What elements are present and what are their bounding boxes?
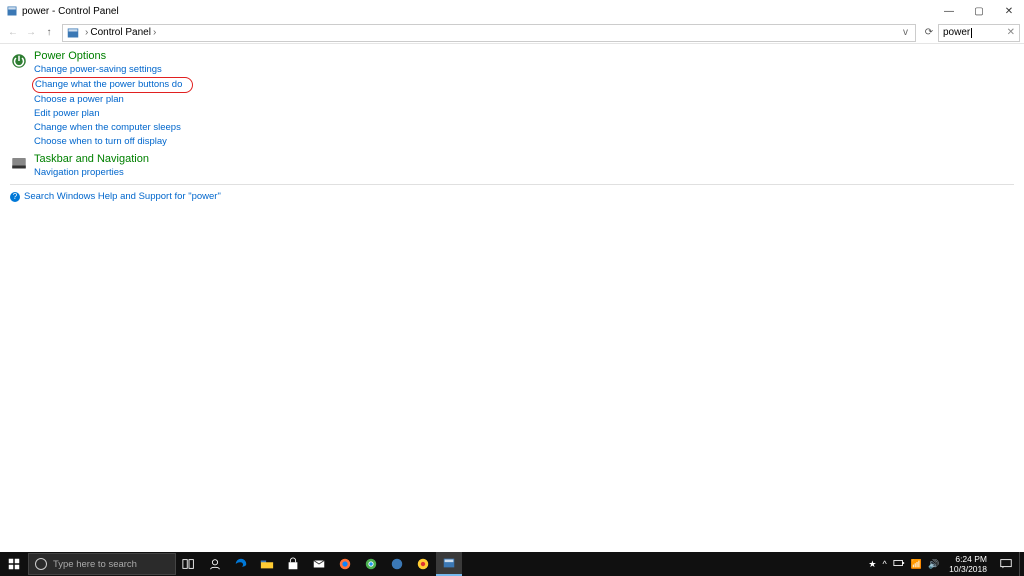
link-choose-power-plan[interactable]: Choose a power plan [34,93,1014,107]
forward-button[interactable]: → [22,24,40,42]
taskbar-app-control-panel[interactable] [436,552,462,576]
close-button[interactable]: ✕ [994,0,1024,22]
start-button[interactable] [0,552,28,576]
link-change-power-saving[interactable]: Change power-saving settings [34,63,1014,77]
breadcrumb-box[interactable]: › Control Panel › v [62,24,916,42]
help-search-link[interactable]: Search Windows Help and Support for "pow… [24,191,221,202]
taskbar-search[interactable]: Type here to search [28,553,176,575]
clear-search-icon[interactable]: ✕ [1007,27,1015,38]
results-pane: Power Options Change power-saving settin… [0,44,1024,208]
task-view-button[interactable] [176,552,202,576]
clock-time: 6:24 PM [949,554,987,564]
link-navigation-properties[interactable]: Navigation properties [34,166,1014,180]
cortana-icon [35,558,47,570]
taskbar-app-edge[interactable] [228,552,254,576]
link-change-sleep[interactable]: Change when the computer sleeps [34,121,1014,135]
divider [10,184,1014,185]
help-search-row: ? Search Windows Help and Support for "p… [10,191,1014,202]
tray-overflow-button[interactable]: ^ [883,559,887,569]
breadcrumb-sep: › [85,27,88,38]
breadcrumb-sep: › [153,27,156,38]
breadcrumb-dropdown[interactable]: v [900,27,911,38]
taskbar-app-chrome[interactable] [358,552,384,576]
back-button[interactable]: ← [4,24,22,42]
search-value: power [943,27,970,38]
power-options-icon [10,50,30,149]
link-change-power-buttons[interactable]: Change what the power buttons do [35,79,182,90]
taskbar-app-generic2[interactable] [410,552,436,576]
action-center-button[interactable] [993,552,1019,576]
refresh-button[interactable]: ⟳ [920,27,938,38]
taskbar-app-generic1[interactable] [384,552,410,576]
taskbar: Type here to search ★ ^ 📶 🔊 [0,552,1024,576]
title-bar: power - Control Panel — ▢ ✕ [0,0,1024,22]
result-group-power-options: Power Options Change power-saving settin… [10,50,1014,149]
taskbar-app-people[interactable] [202,552,228,576]
group-title-power-options[interactable]: Power Options [34,50,106,62]
show-desktop-button[interactable] [1019,552,1024,576]
volume-icon[interactable]: 🔊 [928,559,939,570]
network-icon[interactable]: 📶 [911,559,922,570]
maximize-button[interactable]: ▢ [964,0,994,22]
minimize-button[interactable]: — [934,0,964,22]
clock[interactable]: 6:24 PM 10/3/2018 [943,554,993,574]
taskbar-app-firefox[interactable] [332,552,358,576]
taskbar-app-mail[interactable] [306,552,332,576]
system-tray: ★ ^ 📶 🔊 [864,558,943,570]
highlight-annotation: Change what the power buttons do [32,77,193,93]
group-title-taskbar[interactable]: Taskbar and Navigation [34,153,149,165]
breadcrumb-item[interactable]: Control Panel [90,27,151,38]
help-icon: ? [10,192,20,202]
up-button[interactable]: ↑ [40,24,58,42]
address-bar: ← → ↑ › Control Panel › v ⟳ power ✕ [0,22,1024,44]
taskbar-navigation-icon [10,153,30,180]
window-title: power - Control Panel [22,6,119,17]
clock-date: 10/3/2018 [949,564,987,574]
search-input[interactable]: power ✕ [938,24,1020,42]
link-edit-power-plan[interactable]: Edit power plan [34,107,1014,121]
control-panel-icon [6,5,18,17]
control-panel-icon [67,27,79,39]
taskbar-search-placeholder: Type here to search [53,559,137,570]
battery-icon[interactable] [893,558,905,570]
taskbar-app-explorer[interactable] [254,552,280,576]
result-group-taskbar: Taskbar and Navigation Navigation proper… [10,153,1014,180]
tray-app-icon[interactable]: ★ [868,559,876,570]
taskbar-app-store[interactable] [280,552,306,576]
link-turn-off-display[interactable]: Choose when to turn off display [34,135,1014,149]
